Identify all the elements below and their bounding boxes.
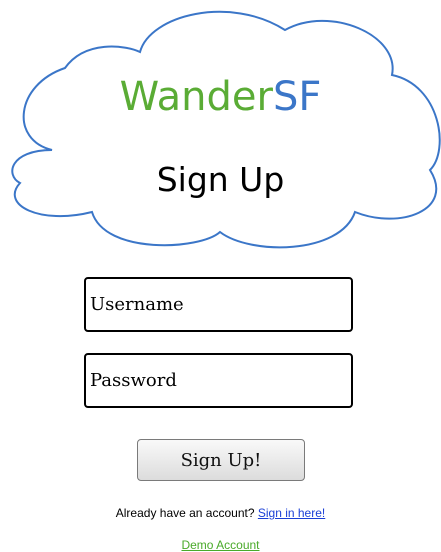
signin-prompt-row: Already have an account? Sign in here! <box>0 506 441 520</box>
password-input[interactable] <box>84 353 353 408</box>
sign-up-button[interactable]: Sign Up! <box>137 439 305 481</box>
page-title: Sign Up <box>156 160 285 199</box>
sign-in-link[interactable]: Sign in here! <box>258 506 325 520</box>
signin-prompt-text: Already have an account? <box>115 506 255 520</box>
demo-row: Demo Account <box>0 538 441 552</box>
app-logo: WanderSF <box>0 74 441 120</box>
demo-account-link[interactable]: Demo Account <box>181 538 259 552</box>
logo-wander: Wander <box>119 74 273 120</box>
cloud-shape <box>11 10 441 249</box>
username-input[interactable] <box>84 277 353 332</box>
logo-sf: SF <box>272 74 322 120</box>
